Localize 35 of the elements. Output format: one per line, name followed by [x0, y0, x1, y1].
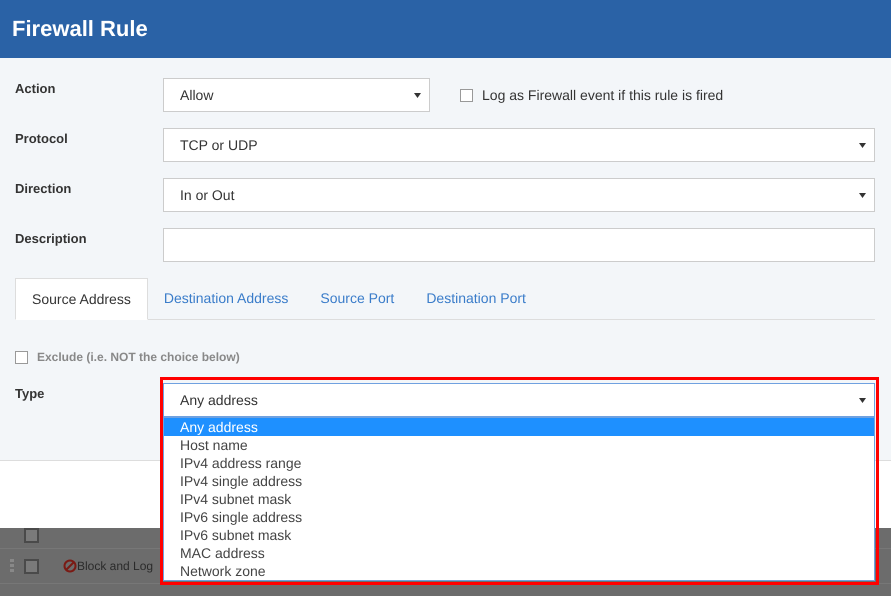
dropdown-option[interactable]: IPv4 address range	[164, 454, 874, 472]
select-field[interactable]: Allow	[163, 78, 430, 112]
dropdown-option[interactable]: Host name	[164, 436, 874, 454]
field-label: Action	[15, 80, 56, 98]
field-label: Type	[15, 385, 46, 403]
field-label: Protocol	[15, 130, 69, 148]
checkbox[interactable]	[15, 350, 28, 364]
checkbox-label: Exclude (i.e. NOT the choice below)	[37, 350, 240, 364]
field-label: Direction	[15, 180, 72, 198]
tab[interactable]: Source Port	[304, 278, 410, 320]
caret-icon	[414, 92, 421, 98]
dropdown-option[interactable]: Network zone	[164, 562, 874, 580]
tab[interactable]: Destination Port	[410, 278, 542, 320]
caret-icon	[859, 398, 866, 402]
rule-name: Block and Log	[77, 559, 154, 573]
dropdown-option[interactable]: IPv6 subnet mask	[164, 526, 874, 544]
caret-icon	[859, 192, 866, 198]
dropdown-option[interactable]: IPv4 single address	[164, 472, 874, 490]
select-field[interactable]: TCP or UDP	[163, 128, 875, 162]
checkbox-label: Log as Firewall event if this rule is fired	[482, 87, 724, 103]
caret-icon	[859, 142, 866, 148]
dialog-title: Firewall Rule	[12, 16, 148, 42]
checkbox[interactable]	[460, 88, 473, 102]
tab[interactable]: Destination Address	[148, 278, 304, 320]
block-icon	[63, 559, 77, 573]
select-field[interactable]: Any address	[163, 383, 875, 417]
dropdown-option[interactable]: MAC address	[164, 544, 874, 562]
dropdown-option[interactable]: IPv4 subnet mask	[164, 490, 874, 508]
dropdown-option[interactable]: IPv6 single address	[164, 508, 874, 526]
checkbox[interactable]	[24, 528, 39, 543]
checkbox[interactable]	[24, 558, 39, 574]
input-field[interactable]	[163, 228, 875, 262]
select-field[interactable]: In or Out	[163, 178, 875, 212]
field-label: Description	[15, 230, 88, 248]
tab[interactable]: Source Address	[15, 278, 148, 320]
